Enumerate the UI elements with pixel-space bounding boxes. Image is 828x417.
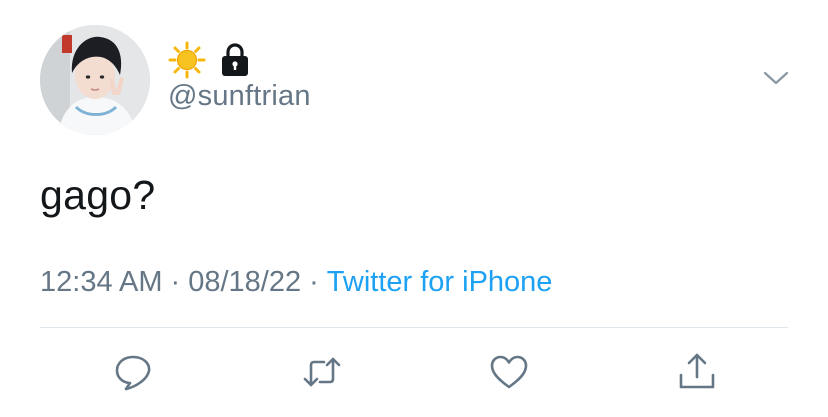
- meta-separator: ·: [170, 266, 181, 298]
- user-handle[interactable]: @sunftrian: [168, 80, 311, 113]
- lock-icon: [220, 43, 250, 77]
- share-icon[interactable]: [677, 352, 717, 392]
- chevron-down-icon[interactable]: [762, 66, 790, 90]
- meta-separator: ·: [309, 266, 319, 298]
- tweet-text: gago?: [40, 172, 156, 218]
- tweet: @sunftrian gago? 12:34 AM · 08/18/22 · Twitt…: [0, 0, 828, 417]
- retweet-icon[interactable]: [302, 352, 342, 392]
- display-name: [168, 40, 250, 80]
- avatar[interactable]: [40, 25, 150, 135]
- tweet-source-link[interactable]: Twitter for iPhone: [327, 266, 553, 298]
- like-icon[interactable]: [489, 352, 529, 392]
- reply-icon[interactable]: [113, 352, 153, 392]
- divider: [40, 327, 788, 328]
- tweet-metadata: 12:34 AM · 08/18/22 · Twitter for iPhone: [40, 266, 552, 299]
- tweet-time: 12:34 AM: [40, 266, 163, 298]
- tweet-date: 08/18/22: [188, 266, 302, 298]
- sun-icon: [168, 41, 206, 79]
